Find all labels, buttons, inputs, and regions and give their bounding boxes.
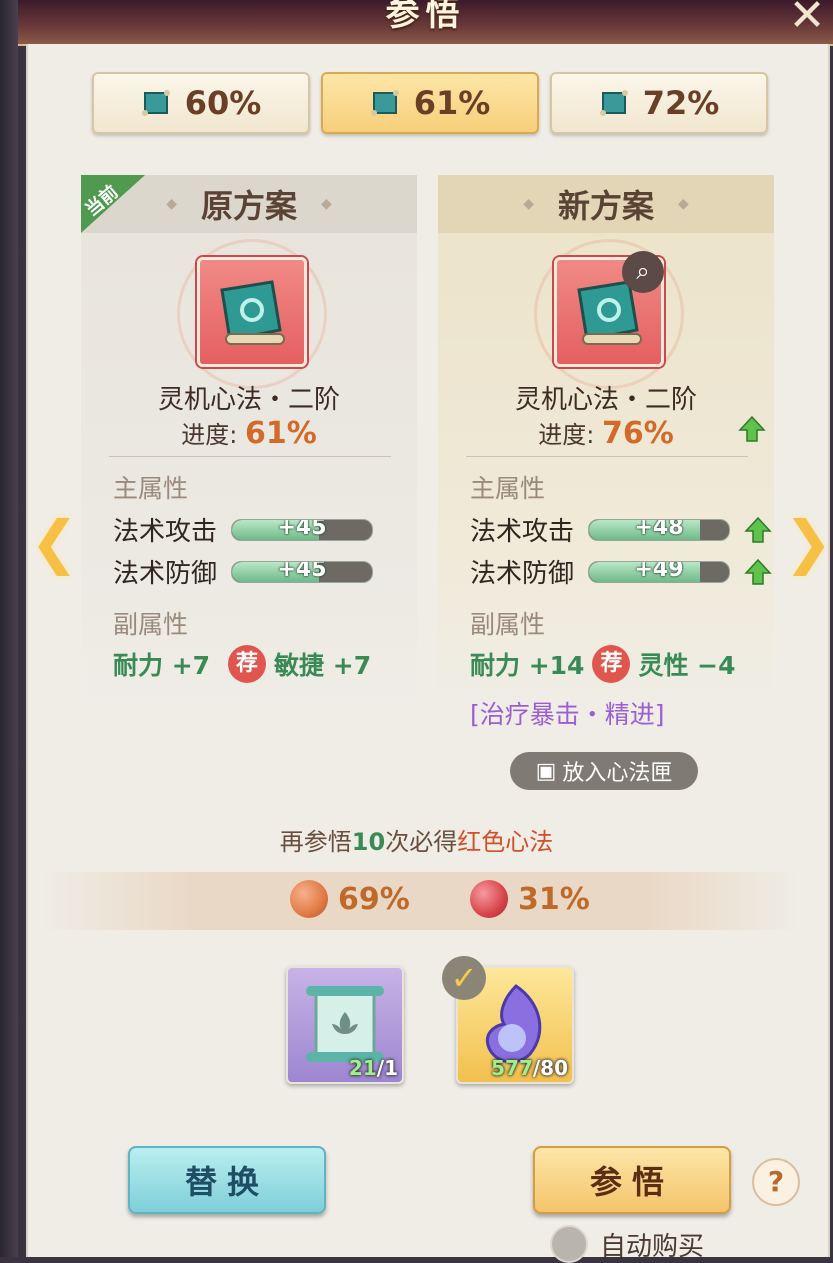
scroll-icon xyxy=(220,280,285,345)
attr-bar: +48 xyxy=(588,518,731,541)
arrow-up-icon xyxy=(738,415,766,442)
material-need: /1 xyxy=(376,1056,398,1080)
probability-strip xyxy=(40,872,800,930)
prev-arrow-icon[interactable]: ❮ xyxy=(30,508,79,576)
divider xyxy=(109,456,391,457)
sub-attr: 耐力 +7 xyxy=(113,651,211,680)
tab-option-label: 61% xyxy=(413,84,491,122)
sub-attr-row: 耐力 +14 荐 灵性 −4 xyxy=(470,645,736,683)
diamond-icon: ◆ xyxy=(166,196,177,212)
hint-text: 次必得 xyxy=(385,828,458,856)
scroll-icon xyxy=(370,90,399,116)
hint-count: 10 xyxy=(351,828,386,856)
tab-option-label: 72% xyxy=(642,84,720,122)
attr-value: +49 xyxy=(634,560,684,582)
sub-attr-title: 副属性 xyxy=(113,610,189,639)
progress-value: 76% xyxy=(601,416,674,451)
material-count: 577/80 xyxy=(491,1056,568,1080)
next-arrow-icon[interactable]: ❯ xyxy=(784,508,833,576)
help-icon[interactable]: ? xyxy=(752,1158,800,1206)
scroll-item-icon[interactable] xyxy=(197,257,307,367)
attr-name: 法术攻击 xyxy=(470,517,575,547)
orange-orb-icon xyxy=(290,880,328,918)
attr-bar: +45 xyxy=(231,560,374,583)
put-in-box-button[interactable]: ▣ 放入心法匣 xyxy=(510,752,698,790)
current-badge: 当前 xyxy=(81,175,145,233)
tab-option-1[interactable]: 60% xyxy=(92,72,310,134)
arrow-up-icon xyxy=(744,558,772,585)
material-scroll[interactable]: 21/1 xyxy=(286,966,404,1084)
material-have: 577 xyxy=(491,1056,533,1080)
attr-row: 法术攻击 +45 xyxy=(113,511,374,548)
progress-label: 进度: xyxy=(538,421,595,449)
header-bar: 参悟 ✕ xyxy=(18,0,833,46)
hint-text: 再参悟 xyxy=(279,828,352,856)
special-attr: [治疗暴击・精进] xyxy=(470,700,665,729)
checkmark-icon: ✓ xyxy=(442,956,486,1000)
recommend-badge: 荐 xyxy=(592,645,631,683)
attr-value: +45 xyxy=(277,518,327,540)
arrow-up-icon xyxy=(744,516,772,543)
attr-name: 法术防御 xyxy=(113,559,218,589)
divider xyxy=(466,456,748,457)
attr-row: 法术防御 +49 xyxy=(470,553,772,590)
enlighten-button[interactable]: 参悟 xyxy=(533,1146,731,1214)
magnifier-icon[interactable]: ⌕ xyxy=(622,251,664,293)
scroll-icon xyxy=(141,90,170,116)
probability-orange: 69% xyxy=(290,880,410,918)
hint-reward: 红色心法 xyxy=(457,828,554,856)
old-plan-card: ◆ 原方案 ◆ 当前 灵机心法・二阶 进度: 61% 主属性 法术攻击 +45 … xyxy=(81,175,417,715)
item-name: 灵机心法・二阶 xyxy=(514,385,697,415)
tab-option-label: 60% xyxy=(184,84,262,122)
attr-row: 法术防御 +45 xyxy=(113,553,374,590)
attr-value: +45 xyxy=(277,560,327,582)
red-orb-icon xyxy=(470,880,508,918)
probability-value: 31% xyxy=(518,881,590,917)
close-icon[interactable]: ✕ xyxy=(785,0,829,38)
progress-line: 进度: 61% xyxy=(81,415,417,451)
box-icon: ▣ xyxy=(535,758,557,784)
attr-row: 法术攻击 +48 xyxy=(470,511,772,548)
tab-option-2[interactable]: 61% xyxy=(321,72,539,134)
probability-value: 69% xyxy=(338,881,410,917)
diamond-icon: ◆ xyxy=(678,196,689,212)
sub-attr: 耐力 +14 xyxy=(470,651,585,680)
recommend-badge: 荐 xyxy=(228,645,267,683)
sub-attr-row: 耐力 +7 荐 敏捷 +7 xyxy=(113,645,371,683)
main-attr-title: 主属性 xyxy=(470,474,546,503)
radio-icon[interactable] xyxy=(550,1225,588,1263)
material-need: /80 xyxy=(532,1056,568,1080)
material-have: 21 xyxy=(348,1056,377,1080)
window-frame-left xyxy=(0,0,18,1257)
item-name: 灵机心法・二阶 xyxy=(157,385,340,415)
probability-red: 31% xyxy=(470,880,590,918)
replace-button[interactable]: 替换 xyxy=(128,1146,326,1214)
material-count: 21/1 xyxy=(349,1056,398,1080)
attr-name: 法术防御 xyxy=(470,559,575,589)
tab-option-3[interactable]: 72% xyxy=(550,72,768,134)
put-in-box-label: 放入心法匣 xyxy=(562,761,673,786)
new-plan-title: 新方案 xyxy=(557,187,654,225)
auto-buy-toggle[interactable]: 自动购买 xyxy=(550,1225,704,1263)
scroll-icon xyxy=(599,90,628,116)
diamond-icon: ◆ xyxy=(523,196,534,212)
page-title: 参悟 xyxy=(385,0,466,34)
attr-name: 法术攻击 xyxy=(113,517,218,547)
attr-bar: +49 xyxy=(588,560,731,583)
progress-label: 进度: xyxy=(181,421,238,449)
diamond-icon: ◆ xyxy=(321,196,332,212)
sub-attr: 灵性 −4 xyxy=(638,651,736,680)
progress-line: 进度: 76% xyxy=(438,415,774,451)
sub-attr: 敏捷 +7 xyxy=(274,651,372,680)
attr-bar: +45 xyxy=(231,518,374,541)
new-plan-header: ◆ 新方案 ◆ xyxy=(438,175,774,233)
attr-value: +48 xyxy=(634,518,684,540)
progress-value: 61% xyxy=(244,416,317,451)
old-plan-title: 原方案 xyxy=(200,187,297,225)
sub-attr-title: 副属性 xyxy=(470,610,546,639)
main-attr-title: 主属性 xyxy=(113,474,189,503)
guarantee-hint: 再参悟10次必得红色心法 xyxy=(0,822,833,857)
new-plan-card: ◆ 新方案 ◆ ⌕ 灵机心法・二阶 进度: 76% 主属性 法术攻击 +48 法… xyxy=(438,175,774,790)
